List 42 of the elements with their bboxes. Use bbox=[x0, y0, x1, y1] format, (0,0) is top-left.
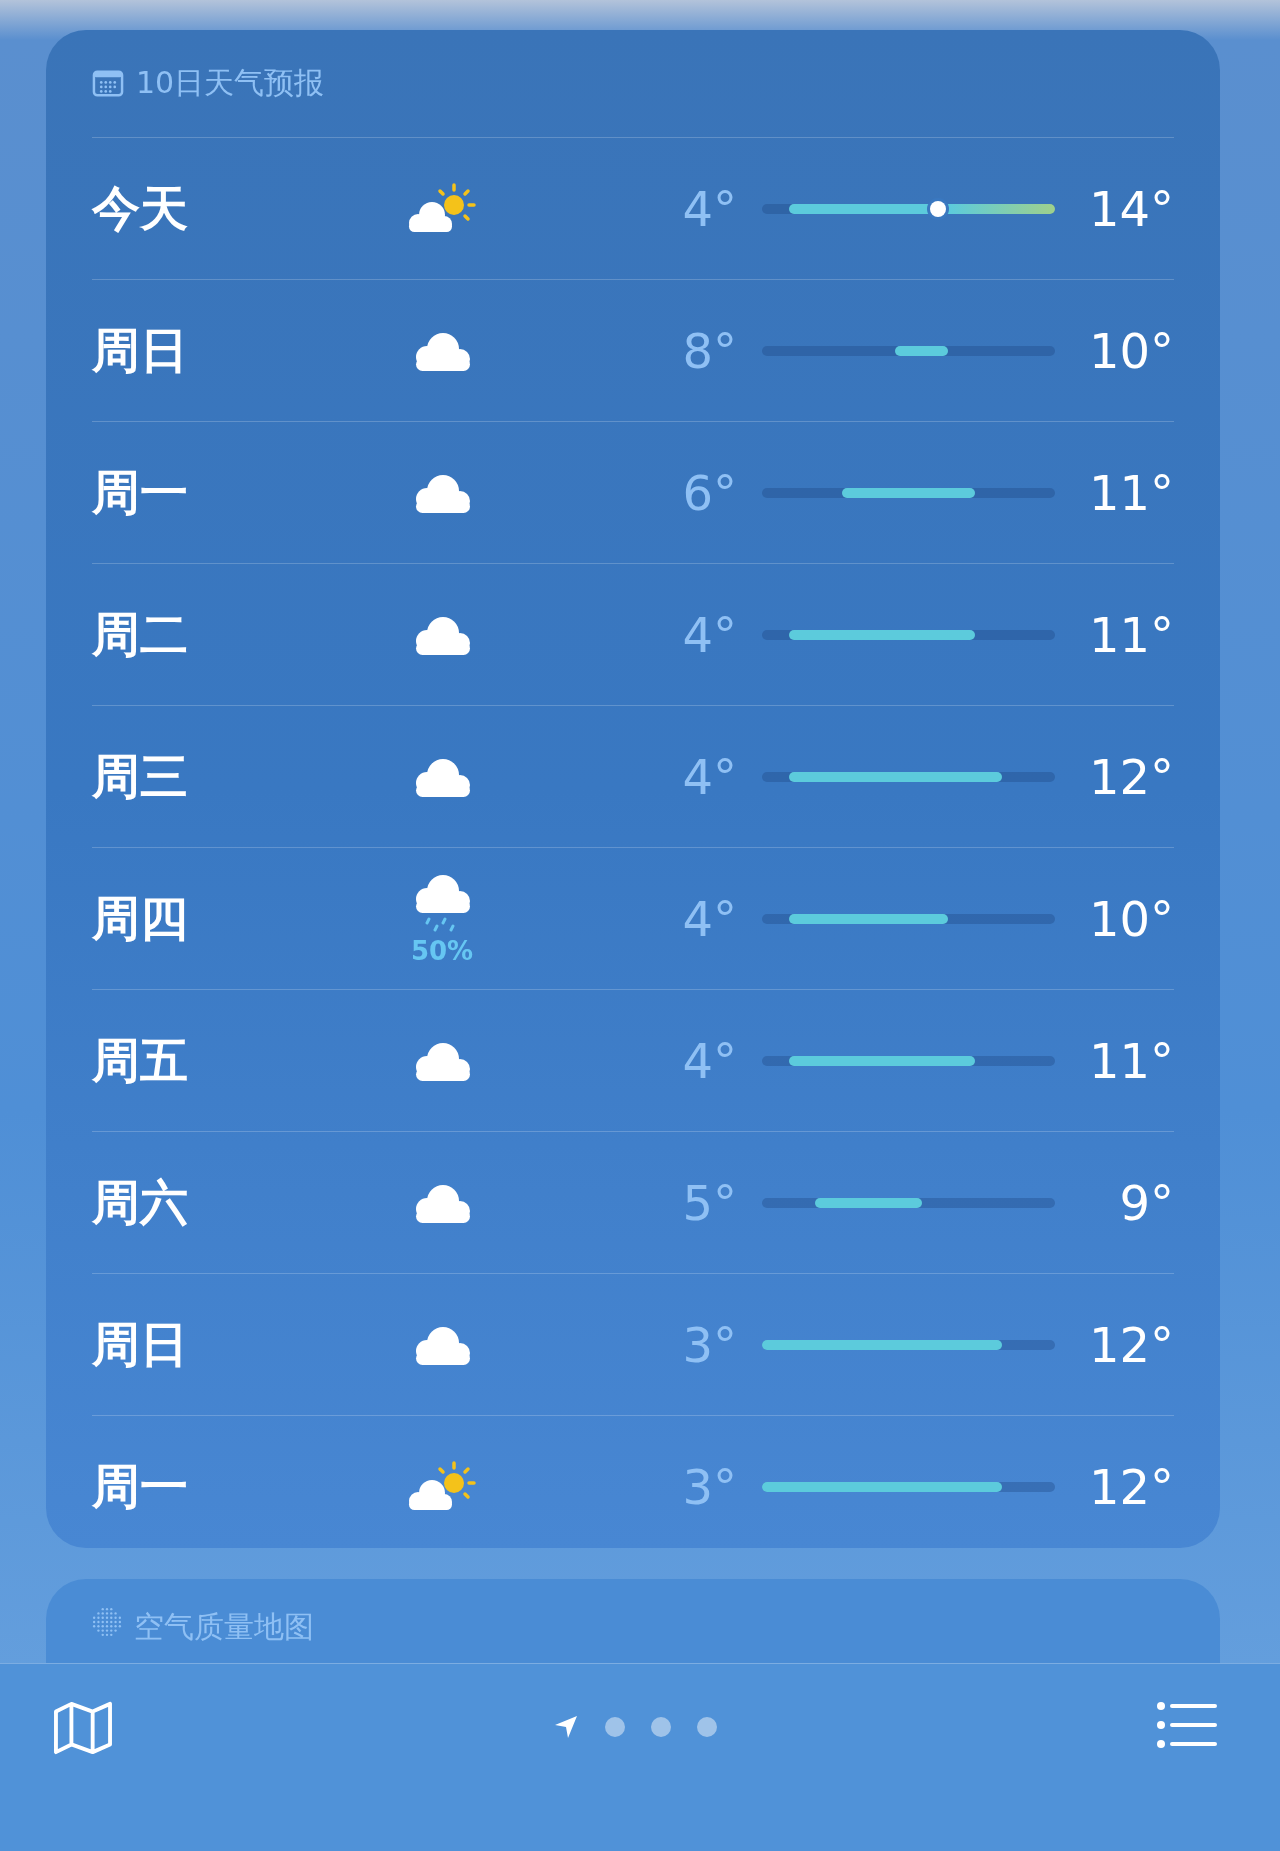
low-temperature: 6° bbox=[681, 464, 737, 521]
day-label: 周五 bbox=[92, 1030, 189, 1090]
low-temperature: 3° bbox=[681, 1458, 737, 1515]
day-label: 周三 bbox=[92, 746, 189, 806]
list-icon[interactable] bbox=[1156, 1700, 1218, 1750]
air-quality-title: 空气质量地图 bbox=[134, 1608, 314, 1646]
high-temperature: 12° bbox=[1087, 1316, 1174, 1373]
high-temperature: 14° bbox=[1087, 180, 1174, 237]
high-temperature: 10° bbox=[1087, 322, 1174, 379]
high-temperature: 11° bbox=[1087, 1032, 1174, 1089]
forecast-title: 10日天气预报 bbox=[136, 64, 325, 102]
temperature-range-bar bbox=[895, 345, 949, 356]
day-label: 周二 bbox=[92, 604, 189, 664]
day-label: 周一 bbox=[92, 462, 189, 522]
low-temperature: 4° bbox=[681, 1032, 737, 1089]
day-label: 周日 bbox=[92, 320, 189, 380]
air-quality-icon bbox=[92, 1607, 122, 1637]
day-label: 周一 bbox=[92, 1456, 189, 1516]
high-temperature: 11° bbox=[1087, 464, 1174, 521]
day-label: 今天 bbox=[92, 178, 189, 238]
page-dot[interactable] bbox=[605, 1717, 625, 1737]
calendar-icon bbox=[92, 70, 124, 97]
high-temperature: 12° bbox=[1087, 748, 1174, 805]
day-label: 周四 bbox=[92, 888, 189, 948]
day-label: 周六 bbox=[92, 1172, 189, 1232]
page-dot[interactable] bbox=[697, 1717, 717, 1737]
low-temperature: 5° bbox=[681, 1174, 737, 1231]
low-temperature: 8° bbox=[681, 322, 737, 379]
low-temperature: 4° bbox=[681, 748, 737, 805]
low-temperature: 4° bbox=[681, 606, 737, 663]
page-dot[interactable] bbox=[651, 1717, 671, 1737]
low-temperature: 3° bbox=[681, 1316, 737, 1373]
low-temperature: 4° bbox=[681, 180, 737, 237]
low-temperature: 4° bbox=[681, 890, 737, 947]
high-temperature: 10° bbox=[1087, 890, 1174, 947]
high-temperature: 12° bbox=[1087, 1458, 1174, 1515]
precipitation-chance: 50% bbox=[410, 935, 474, 966]
map-icon[interactable] bbox=[52, 1700, 114, 1756]
high-temperature: 9° bbox=[1118, 1174, 1174, 1231]
day-label: 周日 bbox=[92, 1314, 189, 1374]
high-temperature: 11° bbox=[1087, 606, 1174, 663]
location-arrow-icon[interactable] bbox=[553, 1714, 579, 1740]
